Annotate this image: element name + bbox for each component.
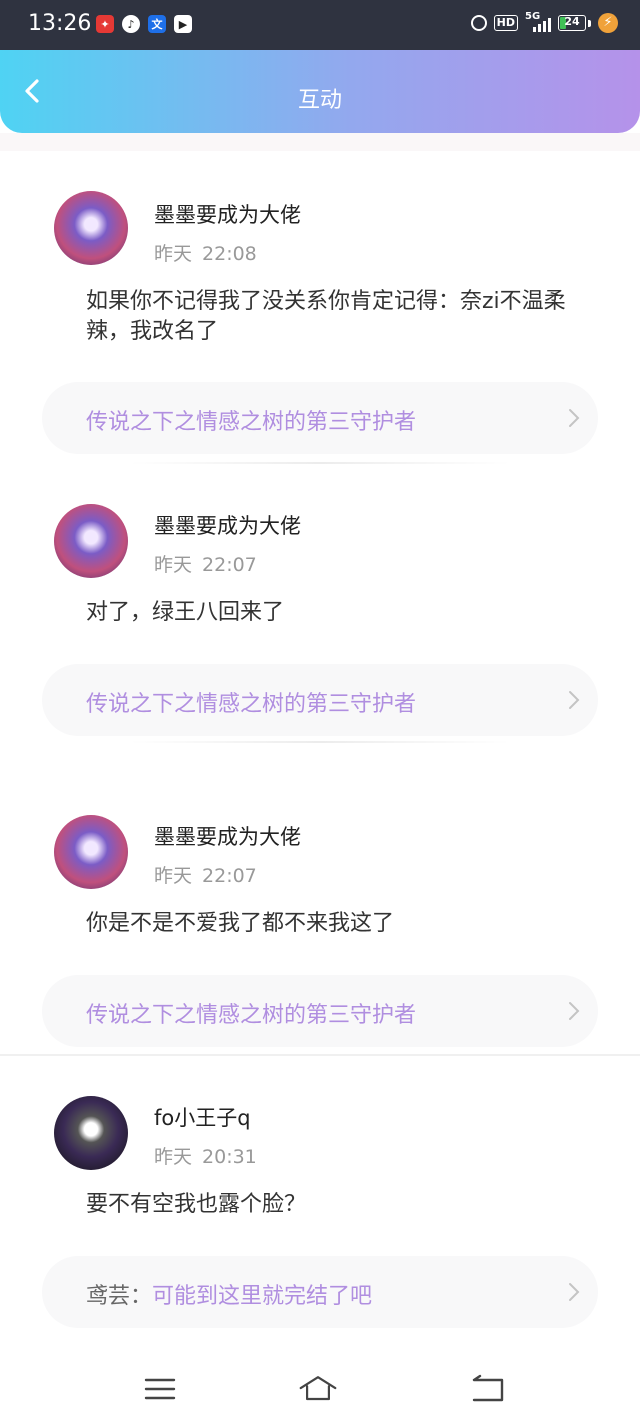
username[interactable]: 墨墨要成为大佬 — [154, 199, 301, 229]
source-link-card[interactable]: 传说之下之情感之树的第三守护者 — [42, 382, 598, 454]
source-link-card[interactable]: 传说之下之情感之树的第三守护者 — [42, 975, 598, 1047]
username[interactable]: fo小王子q — [154, 1102, 251, 1132]
app-notification-icon: ✦ — [96, 15, 114, 33]
message-text: 对了，绿王八回来了 — [86, 600, 285, 625]
timestamp: 昨天 20:31 — [154, 1142, 267, 1169]
list-item[interactable]: 墨墨要成为大佬 昨天 22:08 如果你不记得我了没关系你肯定记得：奈zi不温柔辣… — [0, 151, 640, 464]
date-label: 昨天 — [154, 554, 193, 576]
status-bar: 13:26 ✦ ♪ 文 ▶ HD 5G 24 ⚡ — [0, 0, 640, 50]
message-text: 你是不是不爱我了都不来我这了 — [86, 911, 395, 936]
timestamp: 昨天 22:07 — [154, 550, 267, 577]
time-label: 22:08 — [202, 243, 257, 265]
source-link-card[interactable]: 传说之下之情感之树的第三守护者 — [42, 664, 598, 736]
time-label: 20:31 — [202, 1146, 257, 1168]
source-link-text: 鸢芸：可能到这里就完结了吧 — [86, 1278, 372, 1310]
username[interactable]: 墨墨要成为大佬 — [154, 510, 301, 540]
source-link-text: 传说之下之情感之树的第三守护者 — [86, 1003, 417, 1028]
username[interactable]: 墨墨要成为大佬 — [154, 821, 301, 851]
back-nav-icon[interactable] — [468, 1372, 508, 1406]
timestamp: 昨天 22:08 — [154, 239, 267, 266]
video-icon: ▶ — [174, 15, 192, 33]
battery-level: 24 — [564, 15, 580, 28]
menu-icon[interactable] — [140, 1372, 180, 1406]
list-item[interactable]: 墨墨要成为大佬 昨天 22:07 你是不是不爱我了都不来我这了 传说之下之情感之树… — [0, 743, 640, 1056]
alarm-icon — [470, 15, 487, 31]
page-title: 互动 — [297, 88, 342, 113]
translate-icon: 文 — [148, 15, 166, 33]
source-link-text: 传说之下之情感之树的第三守护者 — [86, 410, 417, 435]
avatar[interactable] — [54, 191, 128, 265]
avatar[interactable] — [54, 815, 128, 889]
date-label: 昨天 — [154, 243, 193, 265]
date-label: 昨天 — [154, 865, 193, 887]
chevron-right-icon — [569, 691, 580, 709]
date-label: 昨天 — [154, 1146, 193, 1168]
list-item[interactable]: fo小王子q 昨天 20:31 要不有空我也露个脸？ 鸢芸：可能到这里就完结了吧 — [0, 1054, 640, 1365]
battery-icon: 24 — [558, 15, 586, 31]
system-icons: HD 5G 24 ⚡ — [470, 11, 618, 33]
chevron-right-icon — [569, 409, 580, 427]
source-link-author: 鸢芸： — [86, 1284, 153, 1309]
signal-icon: 5G — [525, 11, 551, 33]
avatar[interactable] — [54, 504, 128, 578]
home-icon[interactable] — [298, 1372, 338, 1406]
message-text: 如果你不记得我了没关系你肯定记得：奈zi不温柔辣，我改名了 — [86, 289, 566, 344]
source-link-content: 可能到这里就完结了吧 — [152, 1284, 373, 1309]
time-label: 22:07 — [202, 554, 257, 576]
header-divider — [0, 133, 640, 151]
notification-icons: ✦ ♪ 文 ▶ — [96, 15, 192, 33]
avatar[interactable] — [54, 1096, 128, 1170]
source-link-text: 传说之下之情感之树的第三守护者 — [86, 692, 417, 717]
source-link-card[interactable]: 鸢芸：可能到这里就完结了吧 — [42, 1256, 598, 1328]
chevron-right-icon — [569, 1002, 580, 1020]
interaction-list: 墨墨要成为大佬 昨天 22:08 如果你不记得我了没关系你肯定记得：奈zi不温柔辣… — [0, 151, 640, 1365]
header: 互动 — [0, 50, 640, 133]
time-label: 22:07 — [202, 865, 257, 887]
timestamp: 昨天 22:07 — [154, 861, 267, 888]
chevron-right-icon — [569, 1283, 580, 1301]
list-item[interactable]: 墨墨要成为大佬 昨天 22:07 对了，绿王八回来了 传说之下之情感之树的第三守护… — [0, 462, 640, 773]
message-text: 要不有空我也露个脸？ — [86, 1192, 307, 1217]
music-icon: ♪ — [122, 15, 140, 33]
status-time: 13:26 — [28, 11, 92, 36]
hd-icon: HD — [493, 15, 518, 31]
network-type: 5G — [525, 11, 541, 22]
charging-icon: ⚡ — [598, 13, 618, 33]
system-nav-bar — [0, 1352, 640, 1427]
